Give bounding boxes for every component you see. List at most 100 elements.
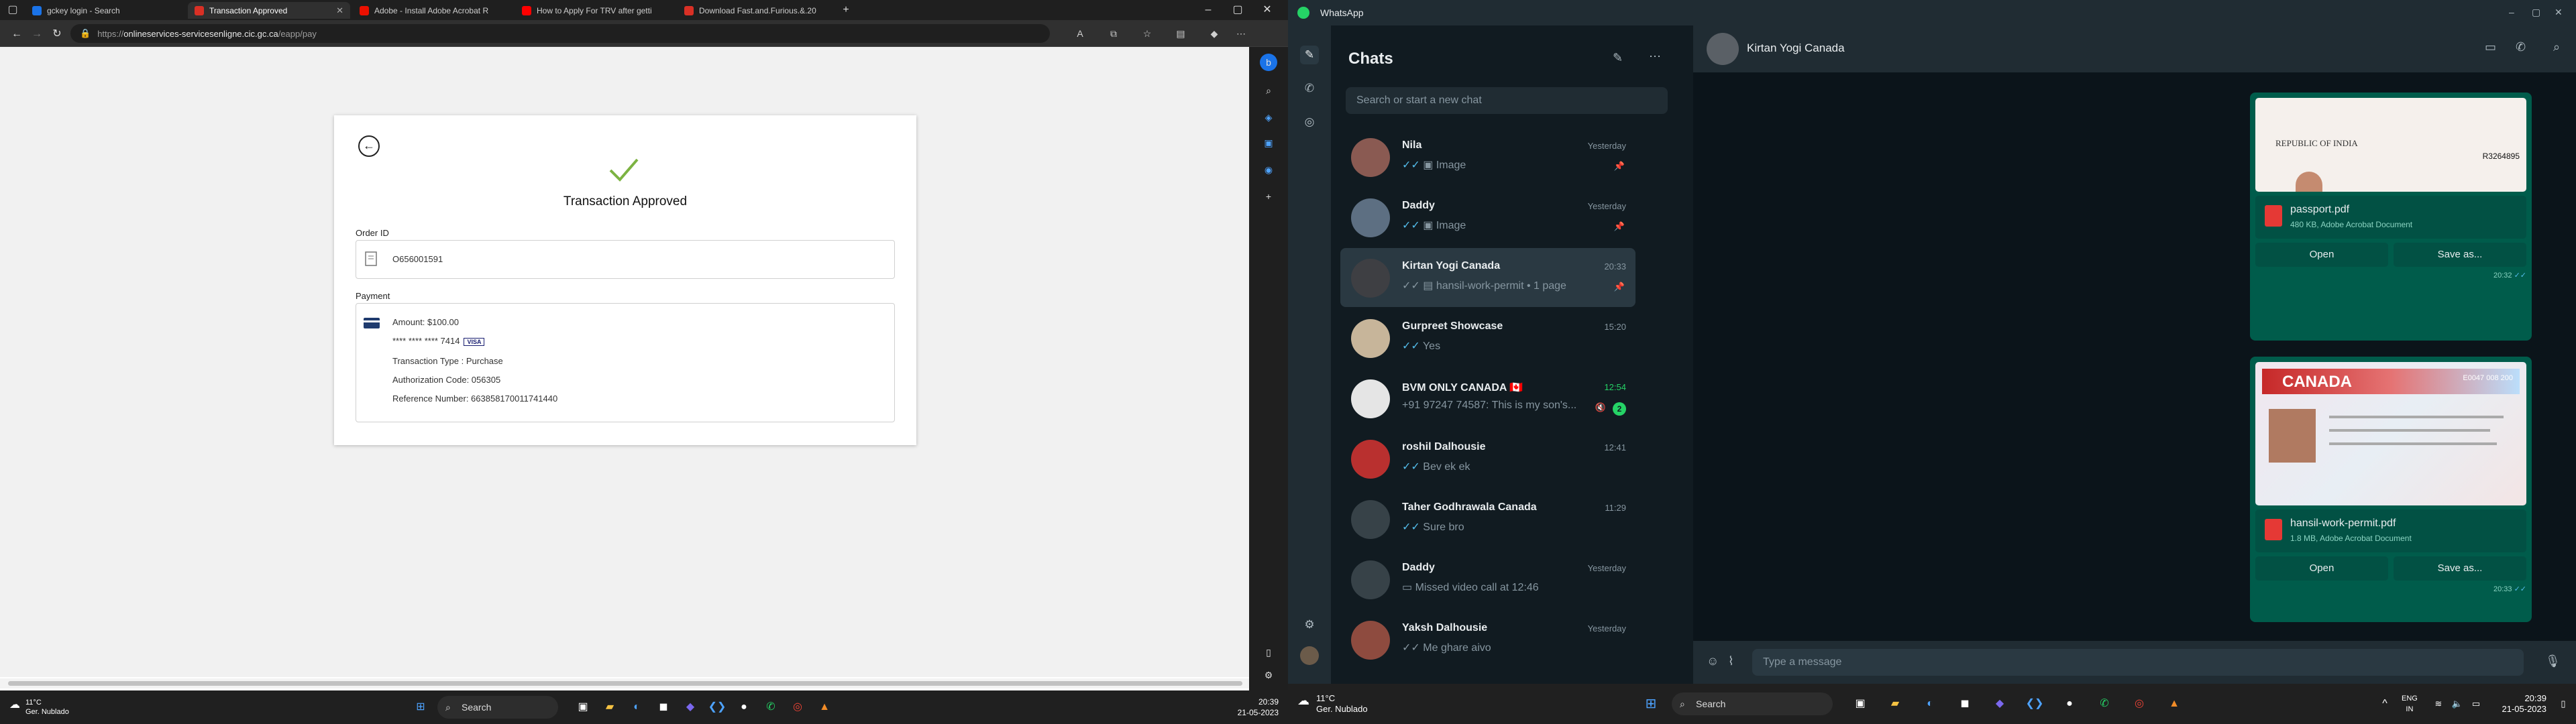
chat-item[interactable]: Daddy ✓✓ ▣ Image Yesterday 📌 (1340, 188, 1635, 247)
chats-icon[interactable]: ✎ (1300, 46, 1319, 64)
search-icon[interactable]: ⌕ (2553, 40, 2560, 54)
chat-item[interactable]: Gurpreet Showcase ✓✓ Yes 15:20 (1340, 308, 1635, 367)
chat-item[interactable]: BVM ONLY CANADA 🇨🇦 +91 97247 74587: This… (1340, 369, 1635, 428)
file-info[interactable]: passport.pdf 480 KB, Adobe Acrobat Docum… (2255, 196, 2526, 239)
bing-chat-icon[interactable]: b (1260, 54, 1277, 71)
app-icon[interactable]: ● (2059, 694, 2080, 714)
calls-icon[interactable]: ✆ (1300, 79, 1319, 98)
scroll-thumb[interactable] (8, 681, 1242, 686)
message-input[interactable]: Type a message (1752, 649, 2524, 676)
favorites-icon[interactable]: ☆ (1140, 27, 1154, 40)
taskbar-search[interactable]: ⌕ Search (1672, 692, 1833, 715)
new-tab-icon[interactable]: + (839, 3, 853, 17)
sidebar-toggle-icon[interactable]: ▯ (1260, 644, 1277, 661)
whatsapp-icon[interactable]: ✆ (2094, 694, 2114, 714)
settings-icon[interactable]: ⚙ (1300, 615, 1319, 634)
read-aloud-icon[interactable]: A (1073, 27, 1087, 40)
chat-item[interactable]: Taher Godhrawala Canada ✓✓ Sure bro 11:2… (1340, 489, 1635, 548)
start-icon[interactable]: ⊞ (1641, 694, 1661, 714)
outlook-icon[interactable]: ◉ (1260, 161, 1277, 178)
chevron-up-icon[interactable]: ^ (2375, 694, 2395, 714)
volume-icon[interactable]: 🔈 (2447, 694, 2467, 714)
emoji-icon[interactable]: ☺ (1707, 654, 1719, 668)
tools-icon[interactable]: ▣ (1260, 134, 1277, 152)
add-icon[interactable]: + (1260, 188, 1277, 205)
chat-item[interactable]: Daddy ▭ Missed video call at 12:46 Yeste… (1340, 550, 1635, 609)
close-window-icon[interactable]: ✕ (1260, 3, 1275, 17)
vscode-icon[interactable]: ❮❯ (707, 697, 727, 717)
url-field[interactable]: 🔒 https://onlineservices-servicesenligne… (70, 24, 1050, 43)
maximize-icon[interactable]: ▢ (1230, 3, 1245, 17)
chat-item[interactable]: roshil Dalhousie ✓✓ Bev ek ek 12:41 (1340, 429, 1635, 488)
vlc-icon[interactable]: ▲ (814, 697, 835, 717)
more-options-icon[interactable]: ⋯ (1234, 27, 1248, 40)
battery-icon[interactable]: ▭ (2466, 694, 2486, 714)
file-explorer-icon[interactable]: ▰ (1885, 694, 1905, 714)
tab-gckey-login[interactable]: gckey login - Search (25, 2, 185, 19)
powerapps-icon[interactable]: ◆ (680, 697, 700, 717)
chat-item-selected[interactable]: Kirtan Yogi Canada ✓✓ ▤ hansil-work-perm… (1340, 248, 1635, 307)
weather-widget[interactable]: ☁ 11°C Ger. Nublado (1297, 693, 1368, 715)
horizontal-scrollbar[interactable] (0, 678, 1249, 688)
edge-icon[interactable]: ◐ (627, 697, 647, 717)
minimize-icon[interactable]: – (1201, 3, 1216, 17)
open-button[interactable]: Open (2255, 243, 2388, 267)
copilot-icon[interactable]: ◆ (1208, 27, 1221, 40)
settings-icon[interactable]: ⚙ (1260, 666, 1277, 684)
close-window-icon[interactable]: ✕ (2555, 7, 2563, 18)
open-button[interactable]: Open (2255, 556, 2388, 581)
minimize-icon[interactable]: – (2509, 7, 2514, 17)
chat-item[interactable]: Yaksh Dalhousie ✓✓ Me ghare aivo Yesterd… (1340, 610, 1635, 669)
chrome-icon[interactable]: ◎ (788, 697, 808, 717)
forward-icon[interactable]: → (30, 27, 44, 42)
vlc-icon[interactable]: ▲ (2164, 694, 2184, 714)
wifi-icon[interactable]: ≋ (2428, 694, 2449, 714)
passport-preview[interactable]: REPUBLIC OF INDIA R3264895 (2255, 98, 2526, 192)
tab-actions-icon[interactable]: ▢ (5, 3, 20, 17)
tab-adobe[interactable]: Adobe - Install Adobe Acrobat R (353, 2, 513, 19)
chat-search-input[interactable]: Search or start a new chat (1346, 87, 1668, 114)
whatsapp-icon[interactable]: ✆ (761, 697, 781, 717)
notification-icon[interactable]: ▯ (2553, 694, 2573, 714)
chrome-icon[interactable]: ◎ (2129, 694, 2149, 714)
weather-widget[interactable]: ☁ 11°C Ger. Nublado (9, 698, 69, 717)
app-icon[interactable]: ◼ (653, 697, 674, 717)
task-view-icon[interactable]: ▣ (573, 697, 593, 717)
save-as-button[interactable]: Save as... (2394, 556, 2526, 581)
refresh-icon[interactable]: ↻ (50, 27, 64, 42)
status-icon[interactable]: ◎ (1300, 113, 1319, 131)
voice-call-icon[interactable]: ✆ (2516, 40, 2526, 54)
save-as-button[interactable]: Save as... (2394, 243, 2526, 267)
tab-download[interactable]: Download Fast.and.Furious.&.20 (678, 2, 837, 19)
clock[interactable]: 20:39 21-05-2023 (2502, 693, 2547, 715)
microphone-icon[interactable]: 🎙 (2545, 654, 2561, 668)
extensions-icon[interactable]: ⧉ (1107, 27, 1120, 40)
contact-name[interactable]: Kirtan Yogi Canada (1747, 42, 1845, 55)
back-icon[interactable]: ← (9, 27, 24, 42)
language-indicator[interactable]: ENG IN (2402, 693, 2418, 715)
shopping-icon[interactable]: ◈ (1260, 109, 1277, 126)
search-icon[interactable]: ⌕ (1260, 82, 1277, 99)
work-permit-preview[interactable]: CANADA E0047 008 200 (2255, 362, 2526, 505)
close-tab-icon[interactable]: ✕ (336, 5, 343, 16)
vscode-icon[interactable]: ❮❯ (2025, 694, 2045, 714)
tab-youtube[interactable]: How to Apply For TRV after getti (515, 2, 675, 19)
file-explorer-icon[interactable]: ▰ (600, 697, 620, 717)
file-info[interactable]: hansil-work-permit.pdf 1.8 MB, Adobe Acr… (2255, 509, 2526, 552)
start-icon[interactable]: ⊞ (411, 697, 431, 717)
clock[interactable]: 20:39 21-05-2023 (1238, 697, 1279, 718)
collections-icon[interactable]: ▤ (1174, 27, 1187, 40)
video-call-icon[interactable]: ▭ (2485, 40, 2496, 54)
contact-avatar[interactable] (1707, 33, 1739, 65)
app-icon[interactable]: ● (734, 697, 754, 717)
profile-avatar[interactable] (1300, 646, 1319, 665)
new-chat-icon[interactable]: ✎ (1613, 51, 1623, 65)
tab-transaction-approved[interactable]: Transaction Approved ✕ (188, 2, 350, 19)
task-view-icon[interactable]: ▣ (1850, 694, 1870, 714)
menu-icon[interactable]: ⋯ (1649, 50, 1661, 64)
taskbar-search[interactable]: ⌕ Search (437, 696, 558, 719)
chat-item[interactable]: Nila ✓✓ ▣ Image Yesterday 📌 (1340, 127, 1635, 186)
back-circle-icon[interactable]: ← (358, 135, 380, 157)
powerapps-icon[interactable]: ◆ (1990, 694, 2010, 714)
attach-icon[interactable]: ⌇ (1728, 654, 1734, 668)
